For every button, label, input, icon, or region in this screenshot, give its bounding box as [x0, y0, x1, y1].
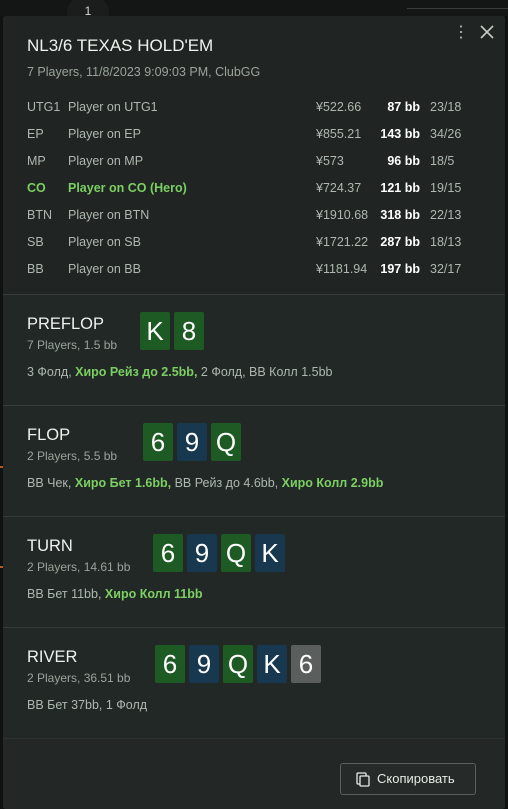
player-position: BB [27, 262, 44, 276]
player-position: SB [27, 235, 44, 249]
popup-footer: Скопировать [3, 738, 505, 809]
player-stack-bb: 121 bb [380, 181, 420, 195]
player-row: MP Player on MP ¥573 96 bb 18/5 [3, 150, 505, 172]
player-row: BB Player on BB ¥1181.94 197 bb 32/17 [3, 258, 505, 280]
player-name: Player on SB [68, 235, 141, 249]
player-stats: 34/26 [430, 127, 462, 141]
action-text: BB Бет 37bb, 1 Фолд [27, 698, 148, 712]
street-actions: BB Бет 11bb, Хиро Колл 11bb [27, 587, 202, 601]
playing-card: K [255, 534, 285, 572]
playing-card: Q [221, 534, 251, 572]
kebab-vertical-icon[interactable]: ⋮ [452, 22, 470, 44]
copy-button[interactable]: Скопировать [340, 763, 476, 795]
player-row: UTG1 Player on UTG1 ¥522.66 87 bb 23/18 [3, 96, 505, 118]
playing-card: 8 [174, 312, 204, 350]
hero-action: Хиро Колл 2.9bb [281, 476, 384, 490]
street-flop: FLOP 2 Players, 5.5 bb 6 9 Q BB Чек, Хиро Бет… [3, 405, 505, 516]
player-stack-money: ¥573 [316, 154, 344, 168]
street-info: 2 Players, 14.61 bb [27, 560, 131, 574]
hand-header: NL3/6 TEXAS HOLD'EM 7 Players, 11/8/2023… [3, 16, 505, 294]
player-name: Player on CO (Hero) [68, 181, 187, 195]
copy-icon [356, 772, 370, 787]
player-stack-money: ¥855.21 [316, 127, 362, 141]
player-position: CO [27, 181, 46, 195]
player-row: BTN Player on BTN ¥1910.68 318 bb 22/13 [3, 204, 505, 226]
playing-card: K [140, 312, 170, 350]
playing-card: Q [211, 423, 241, 461]
player-name: Player on MP [68, 154, 144, 168]
street-name: TURN [27, 537, 73, 555]
street-preflop: PREFLOP 7 Players, 1.5 bb K 8 3 Фолд, Хиро Р… [3, 294, 505, 405]
street-actions: BB Чек, Хиро Бет 1.6bb, BB Рейз до 4.6bb… [27, 476, 383, 490]
street-info: 7 Players, 1.5 bb [27, 338, 118, 352]
action-text: 3 Фолд, [27, 365, 76, 379]
player-row: SB Player on SB ¥1721.22 287 bb 18/13 [3, 231, 505, 253]
action-text: BB Рейз до 4.6bb, [171, 476, 282, 490]
playing-card: 9 [187, 534, 217, 572]
hand-title: NL3/6 TEXAS HOLD'EM [27, 36, 214, 55]
player-name: Player on BB [68, 262, 141, 276]
street-info: 2 Players, 36.51 bb [27, 671, 131, 685]
playing-card: 6 [155, 645, 185, 683]
street-actions: 3 Фолд, Хиро Рейз до 2.5bb, 2 Фолд, BB К… [27, 365, 332, 379]
street-name: PREFLOP [27, 315, 105, 333]
action-text: BB Бет 11bb, [27, 587, 105, 601]
player-stack-money: ¥1910.68 [316, 208, 369, 222]
playing-card: 9 [177, 423, 207, 461]
player-stack-bb: 197 bb [380, 262, 420, 276]
player-stack-bb: 87 bb [387, 100, 420, 114]
player-row: CO Player on CO (Hero) ¥724.37 121 bb 19/15 [3, 177, 505, 199]
player-position: EP [27, 127, 44, 141]
player-stats: 23/18 [430, 100, 462, 114]
player-stack-bb: 318 bb [380, 208, 420, 222]
player-name: Player on UTG1 [68, 100, 158, 114]
player-position: UTG1 [27, 100, 61, 114]
playing-card: 6 [153, 534, 183, 572]
playing-card: Q [223, 645, 253, 683]
player-stack-money: ¥1721.22 [316, 235, 369, 249]
player-stats: 19/15 [430, 181, 462, 195]
player-stats: 32/17 [430, 262, 462, 276]
playing-card: 9 [189, 645, 219, 683]
playing-card: 6 [143, 423, 173, 461]
player-name: Player on BTN [68, 208, 150, 222]
action-text: BB Чек, [27, 476, 75, 490]
street-actions: BB Бет 37bb, 1 Фолд [27, 698, 147, 712]
hero-action: Хиро Рейз до 2.5bb, [75, 365, 198, 379]
player-stats: 18/13 [430, 235, 462, 249]
playing-card: 6 [291, 645, 321, 683]
player-position: BTN [27, 208, 52, 222]
hero-action: Хиро Бет 1.6bb, [74, 476, 172, 490]
street-info: 2 Players, 5.5 bb [27, 449, 118, 463]
player-name: Player on EP [68, 127, 141, 141]
street-name: FLOP [27, 426, 71, 444]
player-row: EP Player on EP ¥855.21 143 bb 34/26 [3, 123, 505, 145]
player-stack-bb: 96 bb [387, 154, 420, 168]
player-stack-bb: 143 bb [380, 127, 420, 141]
player-stats: 22/13 [430, 208, 462, 222]
player-position: MP [27, 154, 46, 168]
street-river: RIVER 2 Players, 36.51 bb 6 9 Q K 6 BB Бет 37bb… [3, 627, 505, 738]
background-divider [407, 8, 508, 9]
close-x-icon[interactable] [476, 21, 498, 43]
player-stack-money: ¥522.66 [316, 100, 362, 114]
action-text: 2 Фолд, BB Колл 1.5bb [197, 365, 333, 379]
playing-card: K [257, 645, 287, 683]
player-stack-bb: 287 bb [380, 235, 420, 249]
street-name: RIVER [27, 648, 78, 666]
player-stats: 18/5 [430, 154, 455, 168]
hand-subtitle: 7 Players, 11/8/2023 9:09:03 PM, ClubGG [27, 65, 261, 79]
player-stack-money: ¥724.37 [316, 181, 362, 195]
hand-history-popup: NL3/6 TEXAS HOLD'EM 7 Players, 11/8/2023… [3, 16, 505, 809]
hero-action: Хиро Колл 11bb [104, 587, 203, 601]
player-stack-money: ¥1181.94 [316, 262, 368, 276]
copy-button-label: Скопировать [377, 771, 455, 786]
street-turn: TURN 2 Players, 14.61 bb 6 9 Q K BB Бет 11bb, … [3, 516, 505, 627]
